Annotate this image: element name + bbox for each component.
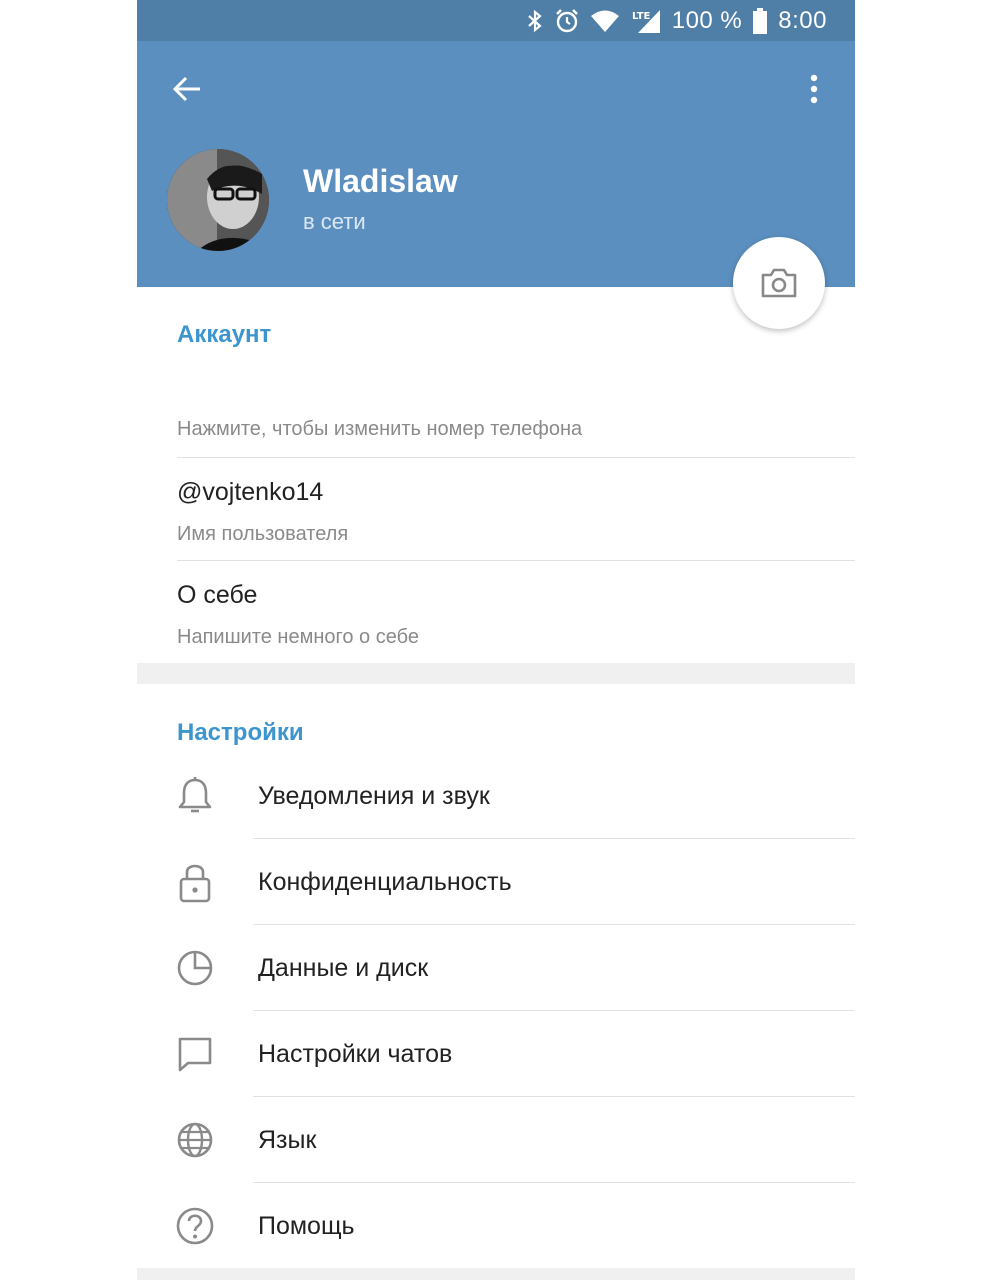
divider: [177, 457, 855, 458]
settings-item-notifications[interactable]: Уведомления и звук: [137, 753, 855, 839]
username-label: Имя пользователя: [177, 523, 349, 545]
profile-status: в сети: [303, 209, 366, 234]
bio-row[interactable]: О себе Напишите немного о себе: [177, 581, 855, 651]
phone-number-row[interactable]: Нажмите, чтобы изменить номер телефона: [177, 418, 855, 441]
account-section-title: Аккаунт: [177, 321, 272, 348]
back-arrow-icon: [172, 76, 200, 102]
settings-item-label: Настройки чатов: [258, 1039, 453, 1068]
settings-item-privacy[interactable]: Конфиденциальность: [137, 839, 855, 925]
pie-chart-icon: [175, 948, 215, 988]
settings-item-language[interactable]: Язык: [137, 1097, 855, 1183]
camera-icon: [761, 268, 797, 298]
set-photo-button[interactable]: [733, 237, 825, 329]
settings-section-title: Настройки: [177, 719, 304, 746]
divider: [177, 560, 855, 561]
lte-signal-icon: LTE: [630, 8, 662, 34]
settings-item-label: Уведомления и звук: [258, 781, 490, 810]
profile-name: Wladislaw: [303, 163, 458, 199]
settings-item-label: Язык: [258, 1125, 317, 1154]
section-separator: [137, 1268, 855, 1280]
wifi-icon: [590, 9, 620, 33]
back-button[interactable]: [167, 69, 207, 109]
username-value: @vojtenko14: [177, 478, 324, 506]
more-vertical-icon: [810, 74, 818, 104]
more-options-button[interactable]: [799, 69, 829, 109]
phone-screen: LTE 100 % 8:00 Wladislaw в сети Аккаунт …: [137, 0, 855, 1280]
username-row[interactable]: @vojtenko14 Имя пользователя: [177, 478, 855, 548]
settings-item-label: Данные и диск: [258, 953, 429, 982]
settings-item-label: Помощь: [258, 1211, 355, 1240]
alarm-icon: [554, 8, 580, 34]
globe-icon: [175, 1120, 215, 1160]
avatar[interactable]: [167, 149, 269, 251]
svg-text:LTE: LTE: [632, 11, 651, 22]
settings-item-chats[interactable]: Настройки чатов: [137, 1011, 855, 1097]
bell-icon: [175, 776, 215, 816]
battery-icon: [752, 7, 768, 34]
lock-icon: [175, 862, 215, 903]
bluetooth-icon: [526, 9, 544, 33]
battery-percent: 100 %: [671, 6, 743, 34]
chat-bubble-icon: [175, 1034, 215, 1074]
settings-item-data[interactable]: Данные и диск: [137, 925, 855, 1011]
avatar-photo: [167, 149, 269, 251]
settings-item-label: Конфиденциальность: [258, 867, 512, 896]
status-bar: LTE 100 % 8:00: [137, 0, 855, 41]
bio-hint: Напишите немного о себе: [177, 626, 419, 648]
help-icon: [175, 1206, 215, 1246]
bio-value: О себе: [177, 581, 258, 609]
section-separator: [137, 663, 855, 684]
clock: 8:00: [778, 6, 827, 34]
settings-item-help[interactable]: Помощь: [137, 1183, 855, 1269]
